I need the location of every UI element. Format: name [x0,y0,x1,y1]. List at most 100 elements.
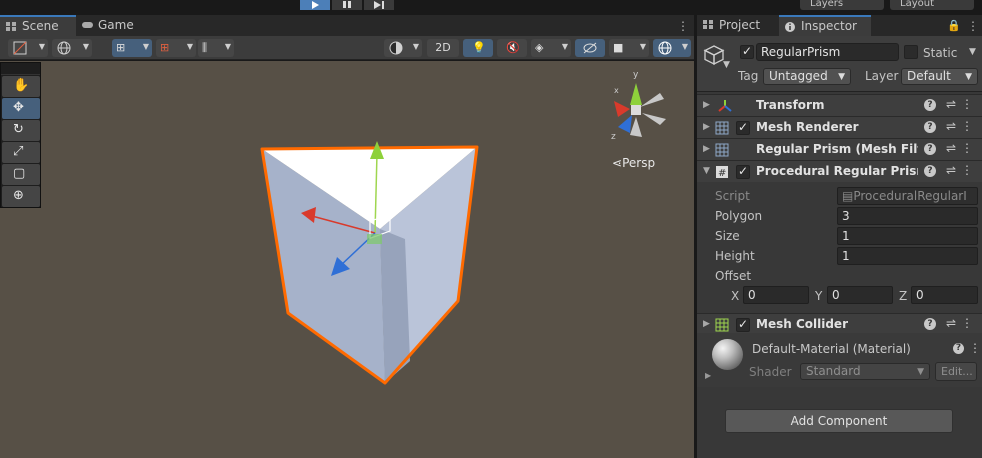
help-icon[interactable]: ? [924,121,936,133]
gizmo-x-label: x [614,86,619,95]
script-field[interactable]: ▤ProceduralRegularI [837,187,978,205]
offset-x-field[interactable]: 0 [743,286,809,304]
preset-icon[interactable]: ⇌ [946,97,956,111]
preset-icon[interactable]: ⇌ [946,141,956,155]
polygon-field[interactable]: 3 [837,207,978,225]
chevron-down-icon: ▼ [412,42,419,51]
camera-icon: ■ [613,41,624,54]
component-menu-icon[interactable]: ⋮ [961,119,973,133]
component-menu-icon[interactable]: ⋮ [961,97,973,111]
component-mesh-collider[interactable]: ▶ Mesh Collider ? ⇌ ⋮ [697,313,982,335]
component-menu-icon[interactable]: ⋮ [961,316,973,330]
shader-label: Shader [749,365,792,379]
material-help-icon[interactable]: ? [953,343,964,354]
help-icon[interactable]: ? [924,318,936,330]
scale-icon: ⤢ [13,144,24,159]
scene-canvas[interactable]: x y z [0,61,694,458]
tag-dropdown[interactable]: Untagged ▼ [763,68,851,85]
fold-arrow-icon[interactable]: ▼ [703,166,710,176]
component-enabled-checkbox[interactable] [736,120,750,135]
rotate-tool-button[interactable]: ↻ [2,120,40,141]
projection-toggle[interactable]: ⋖Persp [612,156,655,170]
draw-mode-dropdown[interactable]: ▼ [8,39,48,57]
scene-tab-bar: Scene Game ⋮ [0,15,694,36]
height-field[interactable]: 1 [837,247,978,265]
fold-arrow-icon[interactable]: ▶ [703,319,710,329]
global-local-dropdown[interactable]: ▼ [52,39,92,57]
step-button[interactable] [364,0,394,10]
material-menu-icon[interactable]: ⋮ [969,341,981,355]
tab-game[interactable]: Game [76,15,146,36]
hand-icon: ✋ [13,78,30,93]
tab-scene[interactable]: Scene [0,15,76,36]
preset-icon[interactable]: ⇌ [946,163,956,177]
add-component-button[interactable]: Add Component [725,409,953,433]
ruler-icon: ⫼ [202,41,208,54]
fold-arrow-icon[interactable]: ▶ [703,144,710,154]
effects-dropdown[interactable]: ◈ ▼ [531,39,571,57]
gameobject-name-field[interactable]: RegularPrism [756,43,899,61]
icon-dropdown-arrow-icon[interactable]: ▼ [723,60,730,70]
xz-plane-handle[interactable] [367,234,382,244]
layer-dropdown[interactable]: Default ▼ [901,68,978,85]
shading-mode-dropdown[interactable]: ▼ [384,39,422,57]
rotate-icon: ↻ [13,122,24,137]
component-enabled-checkbox[interactable] [736,164,750,179]
palette-grip[interactable] [1,63,40,75]
scale-tool-button[interactable]: ⤢ [2,142,40,163]
help-icon[interactable]: ? [924,99,936,111]
sphere-shading-icon [389,41,403,55]
scene-viewport[interactable]: x y z [0,61,694,458]
transform-tool-button[interactable]: ⊕ [2,186,40,207]
component-menu-icon[interactable]: ⋮ [961,141,973,155]
offset-z-field[interactable]: 0 [911,286,978,304]
inspector-tab-bar: Project Inspector 🔒 ⋮ [697,15,982,36]
scene-panel-menu-icon[interactable]: ⋮ [677,19,689,33]
inspector-menu-icon[interactable]: ⋮ [967,19,979,33]
script-file-icon: ▤ [842,189,854,203]
static-dropdown-icon[interactable]: ▼ [969,47,976,57]
toggle-2d-button[interactable]: 2D [427,39,459,57]
offset-y-field[interactable]: 0 [827,286,893,304]
scene-visibility-toggle[interactable] [575,39,605,57]
component-mesh-filter[interactable]: ▶ Regular Prism (Mesh Filter) ? ⇌ ⋮ [697,138,982,160]
audio-toggle[interactable]: 🔇 [497,39,527,57]
fold-arrow-icon[interactable]: ▶ [703,122,710,132]
component-procedural-regular-prism[interactable]: ▼ # Procedural Regular Prism (S ? ⇌ ⋮ [697,160,982,182]
tab-project[interactable]: Project [697,15,775,36]
layout-dropdown[interactable]: Layout [890,0,974,10]
help-icon[interactable]: ? [924,165,936,177]
camera-dropdown[interactable]: ■ ▼ [609,39,649,57]
move-tool-button[interactable]: ✥ [2,98,40,119]
component-mesh-renderer[interactable]: ▶ Mesh Renderer ? ⇌ ⋮ [697,116,982,138]
increment-snap-dropdown[interactable]: ⊞ ▼ [156,39,196,57]
component-enabled-checkbox[interactable] [736,317,750,332]
component-menu-icon[interactable]: ⋮ [961,163,973,177]
static-checkbox[interactable] [904,45,918,59]
material-fold-icon[interactable]: ▶ [705,371,711,380]
orientation-gizmo[interactable]: x y z [611,70,666,142]
snap-grid-dropdown[interactable]: ⊞ ▼ [112,39,152,57]
lighting-toggle[interactable]: 💡 [463,39,493,57]
preset-icon[interactable]: ⇌ [946,119,956,133]
layers-dropdown[interactable]: Layers [800,0,884,10]
component-transform[interactable]: ▶ Transform ? ⇌ ⋮ [697,94,982,116]
shader-edit-button[interactable]: Edit... [935,362,977,381]
chevron-down-icon: ▼ [838,72,845,82]
cube-icon [703,45,725,66]
shader-dropdown[interactable]: Standard ▼ [800,363,930,380]
play-button[interactable] [300,0,330,10]
gizmos-dropdown[interactable]: ▼ [653,39,691,57]
lock-icon[interactable]: 🔒 [947,19,961,32]
help-icon[interactable]: ? [924,143,936,155]
grid-visibility-dropdown[interactable]: ⫼ ▼ [198,39,234,57]
rect-tool-button[interactable]: ▢ [2,164,40,185]
tab-inspector[interactable]: Inspector [779,15,871,36]
fold-arrow-icon[interactable]: ▶ [703,100,710,110]
gameobject-active-checkbox[interactable] [740,44,754,59]
script-icon: # [716,166,728,179]
hand-tool-button[interactable]: ✋ [2,76,40,97]
preset-icon[interactable]: ⇌ [946,316,956,330]
pause-button[interactable] [332,0,362,10]
size-field[interactable]: 1 [837,227,978,245]
